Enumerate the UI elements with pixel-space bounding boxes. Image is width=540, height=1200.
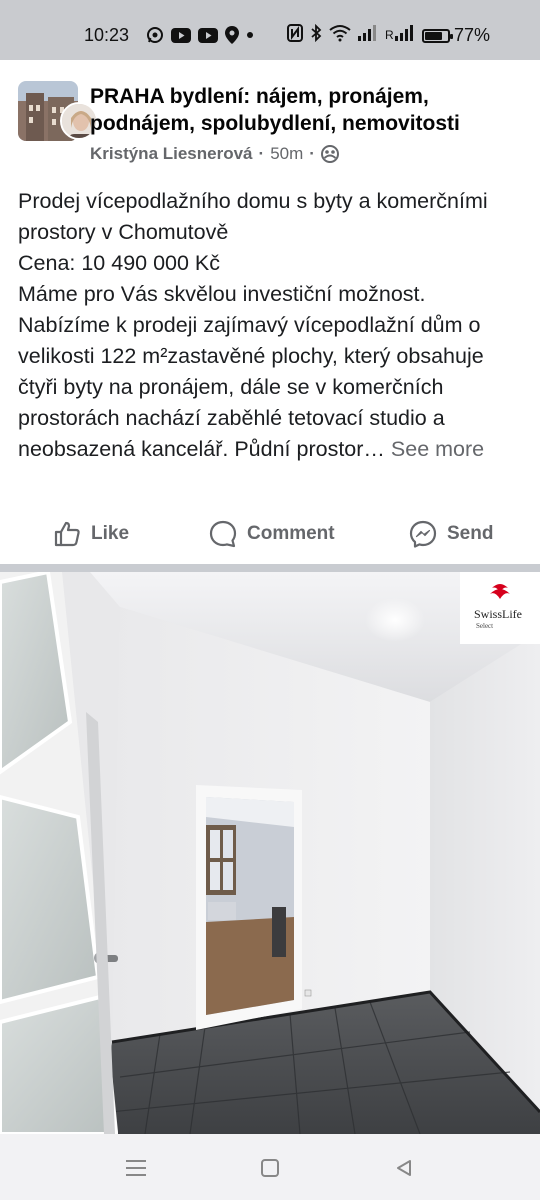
home-square-icon[interactable]: [256, 1154, 284, 1182]
nfc-icon: [287, 24, 303, 47]
meta-separator: ·: [258, 144, 265, 163]
group-icon: [320, 145, 339, 163]
post-time[interactable]: 50m: [270, 144, 303, 164]
post-text-line: Máme pro Vás skvělou investiční možnost.…: [18, 279, 523, 465]
thumbs-up-icon: [54, 521, 80, 547]
post-text-truncated: Máme pro Vás skvělou investiční možnost.…: [18, 282, 484, 461]
post-header: PRAHA bydlení: nájem, pronájem, podnájem…: [18, 80, 528, 170]
post-meta: Kristýna Liesnerová · 50m ·: [90, 144, 339, 164]
comment-button[interactable]: Comment: [208, 512, 335, 556]
group-name[interactable]: PRAHA bydlení: nájem, pronájem, podnájem…: [90, 83, 520, 137]
system-nav-bar: [0, 1134, 540, 1200]
room-photo: [0, 572, 540, 1134]
like-label: Like: [91, 523, 130, 544]
meta-separator: ·: [309, 144, 315, 163]
svg-text:R: R: [385, 28, 394, 41]
wifi-icon: [329, 24, 351, 47]
system-icons: R 77%: [287, 23, 490, 47]
svg-text:Select: Select: [476, 622, 493, 630]
swisslife-logo-mark: SwissLife Select: [474, 584, 522, 630]
post-text-line: Prodej vícepodlažního domu s byty a kome…: [18, 189, 488, 244]
messenger-icon: [409, 520, 437, 548]
author-name[interactable]: Kristýna Liesnerová: [90, 144, 253, 164]
post-actions: Like Comment Send: [0, 512, 540, 556]
status-bar: 10:23 R 77%: [0, 0, 540, 60]
notification-icons: [146, 26, 254, 44]
menu-icon[interactable]: [122, 1154, 150, 1182]
see-more-link[interactable]: See more: [391, 437, 484, 461]
battery-indicator: 77%: [422, 25, 490, 46]
signal-r-icon: R: [385, 25, 415, 46]
status-time: 10:23: [84, 25, 130, 45]
comment-bubble-icon: [209, 520, 237, 548]
dot-icon: [246, 26, 254, 44]
post-text-line: Cena: 10 490 000 Kč: [18, 251, 221, 275]
swisslife-logo: SwissLife Select: [460, 572, 540, 644]
section-divider: [0, 564, 540, 572]
send-button[interactable]: Send: [408, 512, 493, 556]
whatsapp-icon: [146, 26, 164, 44]
youtube-icon: [171, 26, 191, 44]
battery-percent: 77%: [454, 25, 491, 45]
youtube-icon: [198, 26, 218, 44]
like-button[interactable]: Like: [52, 512, 129, 556]
bluetooth-icon: [310, 23, 322, 47]
send-label: Send: [447, 523, 494, 544]
location-icon: [225, 26, 239, 44]
post-body: Prodej vícepodlažního domu s byty a kome…: [18, 186, 523, 465]
signal-icon: [358, 25, 378, 46]
back-triangle-icon[interactable]: [390, 1154, 418, 1182]
battery-icon: [422, 28, 453, 43]
svg-text:SwissLife: SwissLife: [474, 607, 522, 621]
post-photo[interactable]: SwissLife Select: [0, 572, 540, 1134]
comment-label: Comment: [247, 523, 335, 544]
battery-level-fill: [425, 31, 442, 40]
